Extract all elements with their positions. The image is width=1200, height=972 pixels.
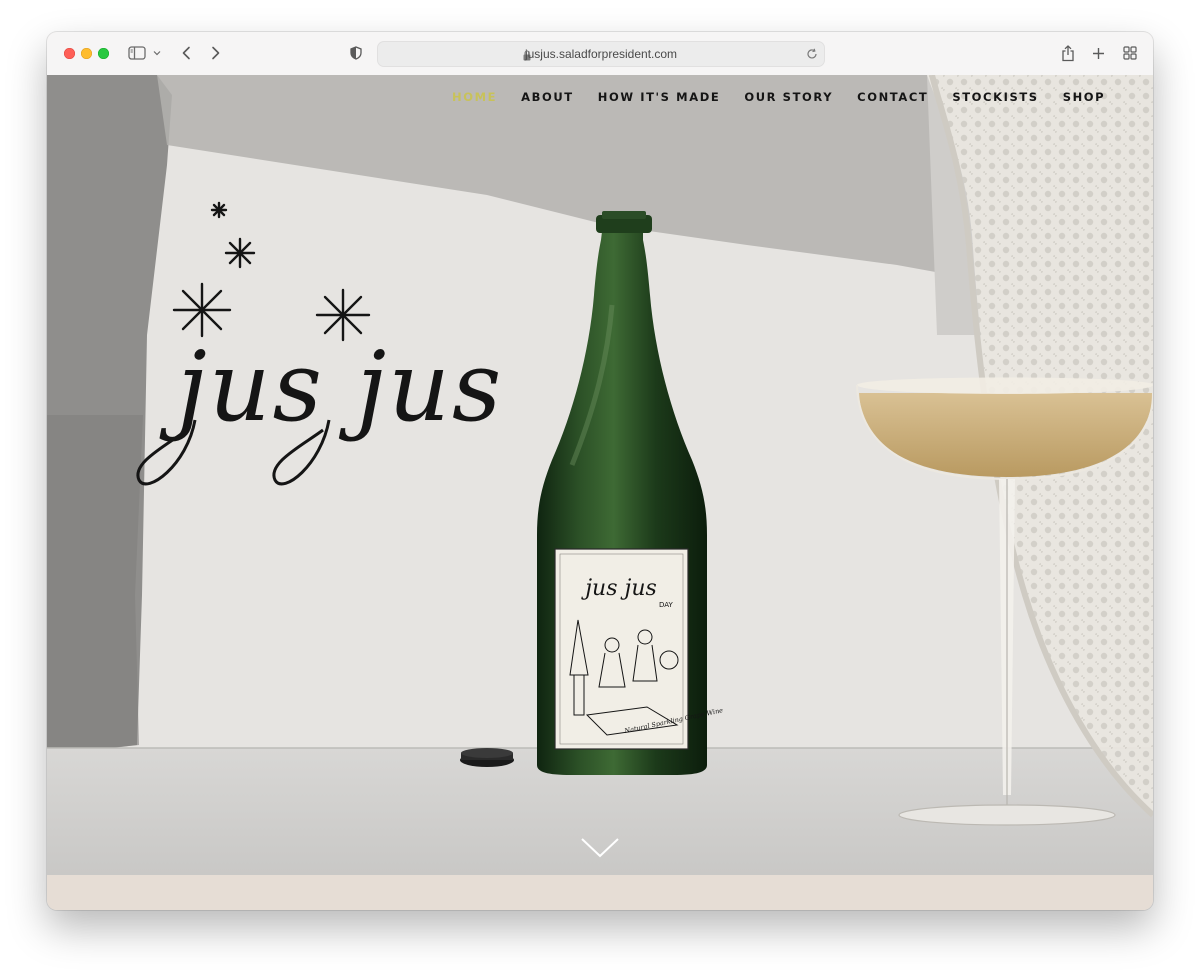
label-logo: jus jus xyxy=(580,576,657,601)
new-tab-icon[interactable] xyxy=(1092,43,1105,63)
url-text: jusjus.saladforpresident.com xyxy=(524,47,678,61)
hero-photo: jus jus jus jus DAY Natural Sparkling Gr… xyxy=(47,75,1153,875)
chevron-down-icon[interactable] xyxy=(153,43,161,63)
browser-toolbar: jusjus.saladforpresident.com xyxy=(47,32,1153,76)
nav-stockists[interactable]: STOCKISTS xyxy=(952,90,1038,104)
next-section-band xyxy=(47,875,1153,910)
back-icon[interactable] xyxy=(181,43,191,63)
nav-contact[interactable]: CONTACT xyxy=(857,90,928,104)
share-icon[interactable] xyxy=(1061,43,1075,63)
nav-about[interactable]: ABOUT xyxy=(521,90,574,104)
reload-icon[interactable] xyxy=(806,47,818,65)
browser-window: jusjus.saladforpresident.com jus jus jus… xyxy=(47,32,1153,910)
nav-how-its-made[interactable]: HOW IT'S MADE xyxy=(598,90,721,104)
hero-logo: jus jus xyxy=(159,331,503,443)
nav-our-story[interactable]: OUR STORY xyxy=(744,90,833,104)
label-sub: DAY xyxy=(659,601,674,609)
close-window-button[interactable] xyxy=(64,48,75,59)
hero-section: jus jus jus jus DAY Natural Sparkling Gr… xyxy=(47,75,1153,875)
tab-overview-icon[interactable] xyxy=(1123,43,1137,63)
forward-icon[interactable] xyxy=(211,43,221,63)
minimize-window-button[interactable] xyxy=(81,48,92,59)
nav-home[interactable]: HOME xyxy=(452,90,497,104)
zoom-window-button[interactable] xyxy=(98,48,109,59)
sidebar-icon[interactable] xyxy=(128,43,146,63)
shield-icon[interactable] xyxy=(350,43,362,63)
address-bar[interactable]: jusjus.saladforpresident.com xyxy=(377,41,825,67)
nav-shop[interactable]: SHOP xyxy=(1063,90,1106,104)
main-nav: HOME ABOUT HOW IT'S MADE OUR STORY CONTA… xyxy=(452,90,1129,104)
